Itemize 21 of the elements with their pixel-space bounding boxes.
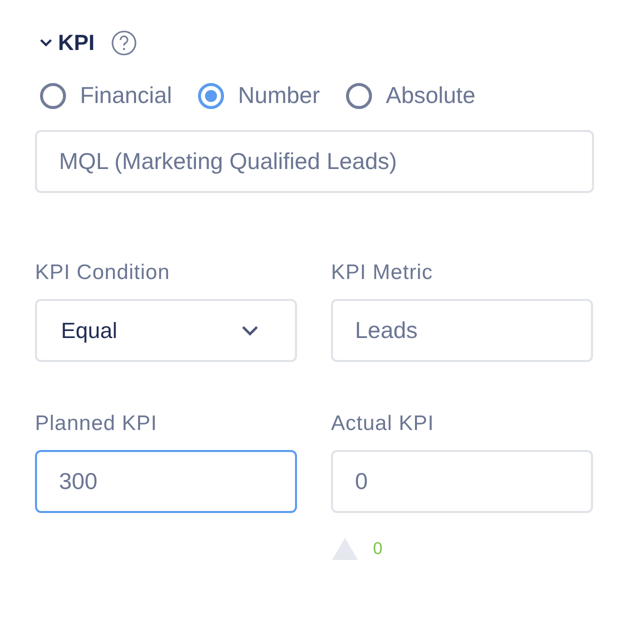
input-field[interactable]: 300 xyxy=(35,450,297,513)
input-field[interactable]: 0 xyxy=(331,450,593,513)
field-label: KPI Condition xyxy=(35,261,171,285)
radio-button[interactable] xyxy=(40,82,66,108)
condition-dropdown[interactable]: Equal xyxy=(35,299,297,362)
radio-button[interactable] xyxy=(346,82,372,108)
help-icon[interactable] xyxy=(110,30,137,56)
field-label: KPI Metric xyxy=(331,261,434,285)
section-title: KPI xyxy=(58,30,95,56)
chevron-icon[interactable] xyxy=(40,38,52,48)
trend-value: 0 xyxy=(373,539,382,559)
radio-button[interactable] xyxy=(198,82,224,108)
triangle-icon xyxy=(331,537,359,561)
radio-label: Absolute xyxy=(386,82,476,109)
field-label: Planned KPI xyxy=(35,412,158,436)
input-field[interactable]: Leads xyxy=(331,299,593,362)
kpi-name-field[interactable]: MQL (Marketing Qualified Leads) xyxy=(35,130,594,193)
radio-label: Financial xyxy=(80,82,172,109)
chevron-down-icon xyxy=(241,325,259,336)
field-label: Actual KPI xyxy=(331,412,436,436)
radio-label: Number xyxy=(238,82,320,109)
